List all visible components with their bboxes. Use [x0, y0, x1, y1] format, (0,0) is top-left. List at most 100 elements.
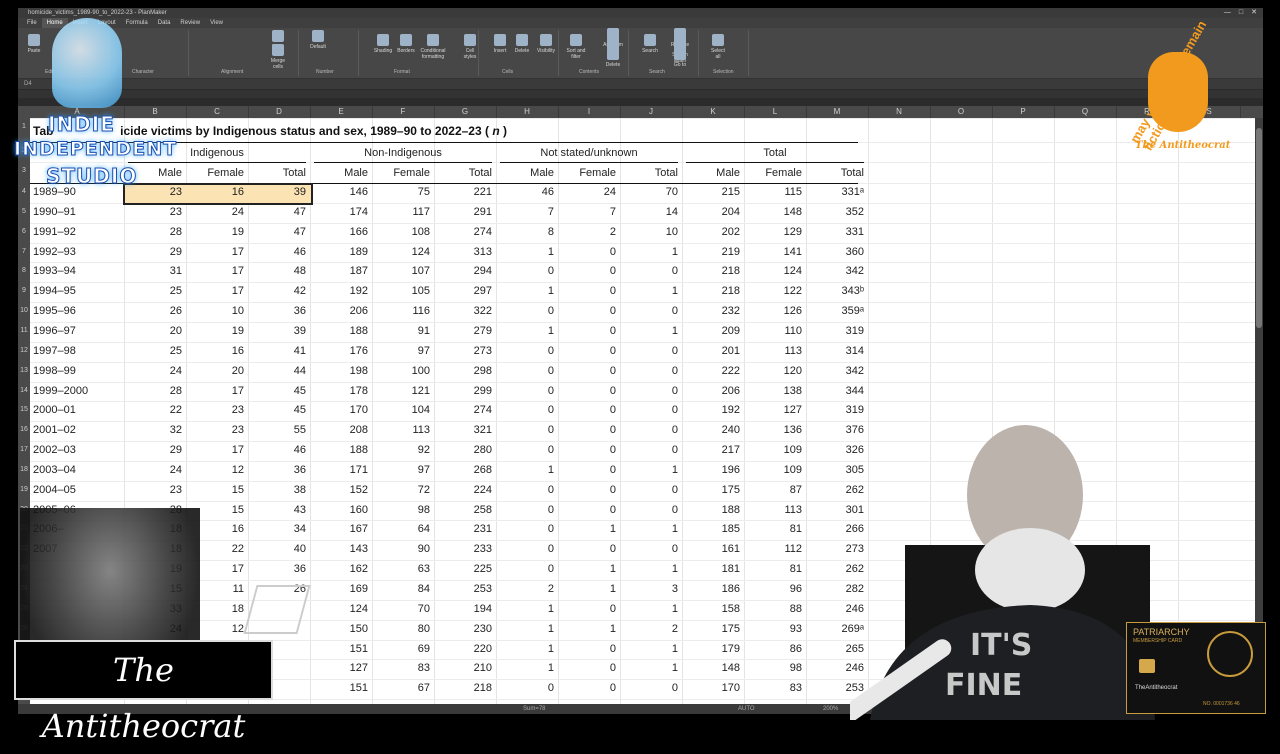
table-cell[interactable]: 1 [620, 242, 678, 262]
table-cell[interactable]: 162 [310, 559, 368, 579]
table-cell[interactable]: 279 [434, 321, 492, 341]
table-cell[interactable]: 0 [496, 381, 554, 401]
ribbon-button-select-all[interactable]: Select all [708, 34, 728, 60]
table-cell[interactable]: 1 [558, 619, 616, 639]
row-header-4[interactable]: 4 [18, 188, 30, 195]
table-cell[interactable]: 175 [682, 480, 740, 500]
year-cell[interactable]: 1996–97 [33, 321, 121, 341]
maximize-icon[interactable]: □ [1239, 8, 1243, 18]
table-cell[interactable]: 1 [620, 639, 678, 659]
table-cell[interactable]: 7 [558, 202, 616, 222]
ribbon-button-insert[interactable]: Insert [490, 34, 510, 54]
menu-data[interactable]: Data [153, 18, 176, 28]
table-cell[interactable]: 34 [248, 519, 306, 539]
table-cell[interactable]: 0 [558, 480, 616, 500]
minimize-icon[interactable]: — [1224, 8, 1231, 18]
ribbon-button-paste[interactable]: Paste [24, 34, 44, 54]
table-cell[interactable]: 1 [558, 519, 616, 539]
ribbon-button-merge-cells[interactable]: Merge cells [268, 44, 288, 70]
row-header-1[interactable]: 1 [18, 123, 30, 130]
table-cell[interactable]: 96 [744, 579, 802, 599]
table-cell[interactable]: 342 [806, 361, 864, 381]
row-header-15[interactable]: 15 [18, 406, 30, 413]
year-cell[interactable]: 2000–01 [33, 400, 121, 420]
table-cell[interactable]: 25 [124, 281, 182, 301]
sub-header-female[interactable]: Female [558, 164, 616, 182]
table-cell[interactable]: 28 [124, 381, 182, 401]
row-header-13[interactable]: 13 [18, 367, 30, 374]
column-header-o[interactable]: O [930, 106, 993, 118]
table-cell[interactable]: 47 [248, 202, 306, 222]
table-cell[interactable]: 297 [434, 281, 492, 301]
table-cell[interactable]: 107 [372, 261, 430, 281]
table-cell[interactable]: 0 [496, 559, 554, 579]
table-cell[interactable]: 1 [620, 321, 678, 341]
menu-file[interactable]: File [22, 18, 42, 28]
table-cell[interactable]: 220 [434, 639, 492, 659]
table-cell[interactable]: 185 [682, 519, 740, 539]
sub-header-female[interactable]: Female [744, 164, 802, 182]
table-cell[interactable]: 17 [186, 242, 244, 262]
table-cell[interactable]: 313 [434, 242, 492, 262]
table-cell[interactable]: 36 [248, 559, 306, 579]
table-cell[interactable]: 88 [744, 599, 802, 619]
table-cell[interactable]: 26 [124, 301, 182, 321]
menu-view[interactable]: View [205, 18, 228, 28]
table-cell[interactable]: 72 [372, 480, 430, 500]
table-cell[interactable]: 151 [310, 678, 368, 698]
table-cell[interactable]: 0 [620, 341, 678, 361]
table-cell[interactable]: 0 [558, 539, 616, 559]
table-cell[interactable]: 319 [806, 400, 864, 420]
table-cell[interactable]: 192 [682, 400, 740, 420]
table-cell[interactable]: 12 [186, 460, 244, 480]
table-cell[interactable]: 196 [682, 460, 740, 480]
table-cell[interactable]: 0 [558, 261, 616, 281]
row-header-19[interactable]: 19 [18, 486, 30, 493]
table-cell[interactable]: 122 [744, 281, 802, 301]
table-cell[interactable]: 280 [434, 440, 492, 460]
year-cell[interactable]: 1991–92 [33, 222, 121, 242]
table-cell[interactable]: 67 [372, 678, 430, 698]
table-cell[interactable]: 218 [682, 261, 740, 281]
column-header-i[interactable]: I [558, 106, 621, 118]
table-cell[interactable]: 169 [310, 579, 368, 599]
ribbon-button-delete[interactable]: Delete [512, 34, 532, 54]
table-cell[interactable]: 150 [310, 619, 368, 639]
table-cell[interactable]: 0 [558, 658, 616, 678]
row-header-11[interactable]: 11 [18, 327, 30, 334]
table-cell[interactable]: 98 [372, 500, 430, 520]
table-cell[interactable]: 138 [744, 381, 802, 401]
table-cell[interactable]: 0 [496, 420, 554, 440]
table-cell[interactable]: 166 [310, 222, 368, 242]
table-cell[interactable]: 1 [496, 242, 554, 262]
table-cell[interactable]: 176 [310, 341, 368, 361]
table-cell[interactable]: 146 [310, 182, 368, 202]
table-cell[interactable]: 344 [806, 381, 864, 401]
table-cell[interactable]: 291 [434, 202, 492, 222]
column-header-n[interactable]: N [868, 106, 931, 118]
table-cell[interactable]: 23 [186, 420, 244, 440]
table-cell[interactable]: 218 [682, 281, 740, 301]
table-cell[interactable]: 44 [248, 361, 306, 381]
table-cell[interactable]: 113 [372, 420, 430, 440]
table-cell[interactable]: 322 [434, 301, 492, 321]
row-header-8[interactable]: 8 [18, 267, 30, 274]
table-cell[interactable]: 0 [558, 440, 616, 460]
table-cell[interactable]: 215 [682, 182, 740, 202]
table-cell[interactable]: 83 [372, 658, 430, 678]
table-cell[interactable]: 113 [744, 500, 802, 520]
table-cell[interactable]: 206 [310, 301, 368, 321]
table-cell[interactable]: 108 [372, 222, 430, 242]
table-cell[interactable]: 0 [620, 381, 678, 401]
menu-formula[interactable]: Formula [121, 18, 153, 28]
table-cell[interactable]: 0 [496, 519, 554, 539]
table-cell[interactable]: 91 [372, 321, 430, 341]
table-cell[interactable]: 0 [496, 301, 554, 321]
table-cell[interactable]: 1 [620, 559, 678, 579]
table-cell[interactable]: 0 [496, 361, 554, 381]
year-cell[interactable]: 1990–91 [33, 202, 121, 222]
table-cell[interactable]: 167 [310, 519, 368, 539]
table-cell[interactable]: 0 [558, 301, 616, 321]
table-cell[interactable]: 181 [682, 559, 740, 579]
table-cell[interactable]: 0 [496, 480, 554, 500]
